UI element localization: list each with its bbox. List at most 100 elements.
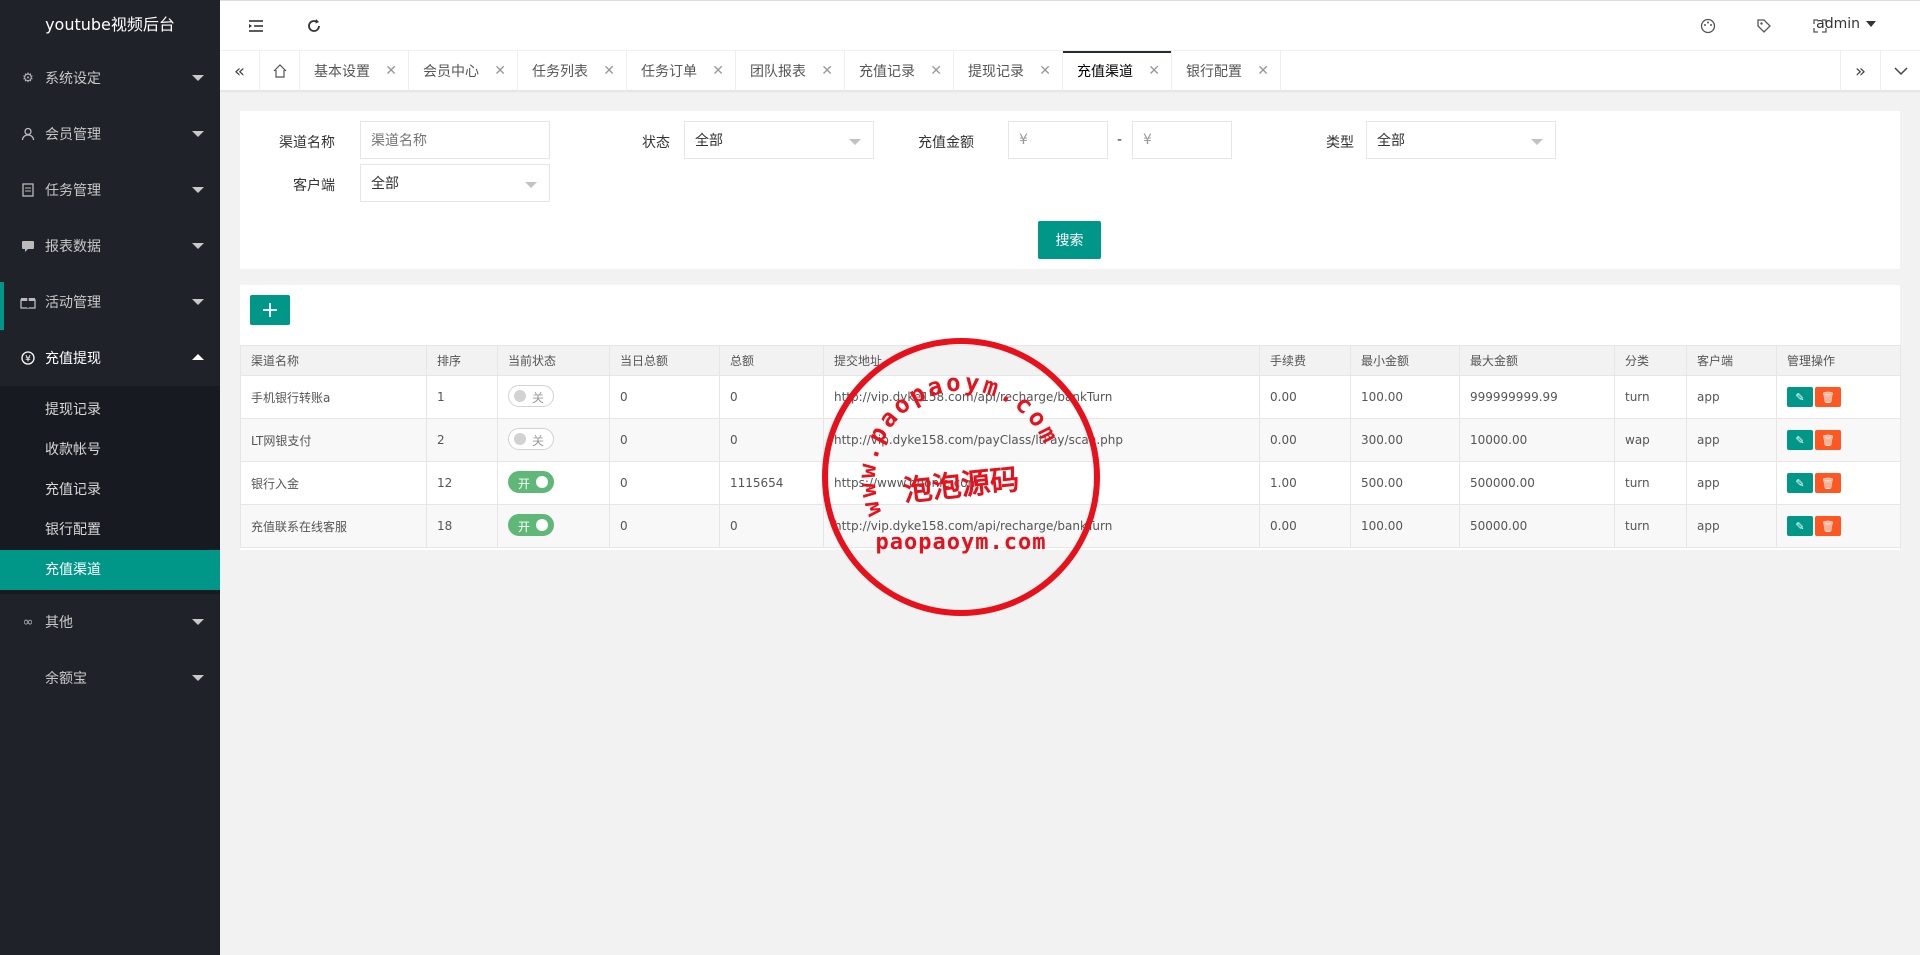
status-toggle[interactable]: 开	[508, 470, 554, 493]
sidebar-item-system-settings[interactable]: ⚙ 系统设定	[0, 50, 220, 106]
tab-team-report[interactable]: 团队报表 ✕	[736, 51, 845, 91]
tabs-scroll-right-icon[interactable]: »	[1840, 51, 1880, 91]
delete-icon[interactable]: 🗑	[1815, 516, 1841, 536]
chevron-down-icon	[1531, 139, 1543, 145]
close-icon[interactable]: ✕	[1257, 63, 1269, 79]
search-button[interactable]: 搜索	[1038, 221, 1101, 259]
type-select[interactable]: 全部	[1366, 121, 1556, 159]
col-header-url[interactable]: 提交地址	[823, 345, 1260, 376]
sidebar-subitem-receiving-accounts[interactable]: 收款帐号	[0, 430, 220, 470]
add-channel-button[interactable]: +	[250, 295, 290, 325]
close-icon[interactable]: ✕	[1148, 63, 1160, 79]
chevron-down-icon	[1866, 21, 1876, 27]
col-header-today-total[interactable]: 当日总额	[609, 345, 720, 376]
col-header-fee[interactable]: 手续费	[1259, 345, 1351, 376]
sidebar-item-report-data[interactable]: 报表数据	[0, 218, 220, 274]
tab-bank-config[interactable]: 银行配置 ✕	[1172, 51, 1281, 91]
sidebar-item-other[interactable]: ∞ 其他	[0, 594, 220, 650]
cell-total: 1115654	[719, 461, 824, 505]
col-header-name[interactable]: 渠道名称	[240, 345, 427, 376]
channel-name-input[interactable]	[360, 121, 550, 159]
close-icon[interactable]: ✕	[603, 63, 615, 79]
tab-task-orders[interactable]: 任务订单 ✕	[627, 51, 736, 91]
cell-today: 0	[609, 375, 720, 419]
status-toggle[interactable]: 关	[508, 427, 554, 450]
sidebar-subitem-bank-config[interactable]: 银行配置	[0, 510, 220, 550]
cell-today: 0	[609, 461, 720, 505]
tab-label: 银行配置	[1186, 64, 1242, 80]
sidebar-item-label: 活动管理	[45, 295, 101, 311]
sidebar-submenu: 提现记录 收款帐号 充值记录 银行配置 充值渠道	[0, 386, 220, 594]
sidebar-subitem-recharge-channels[interactable]: 充值渠道	[0, 550, 220, 590]
chat-icon	[20, 238, 36, 254]
close-icon[interactable]: ✕	[712, 63, 724, 79]
menu-collapse-icon[interactable]	[244, 14, 268, 38]
delete-icon[interactable]: 🗑	[1815, 387, 1841, 407]
sidebar-item-recharge-withdraw[interactable]: ¥ 充值提现	[0, 330, 220, 386]
amount-min-input[interactable]: ¥	[1008, 121, 1108, 159]
tab-label: 会员中心	[423, 64, 479, 80]
tabs-scroll-left-icon[interactable]: «	[220, 51, 260, 91]
tab-recharge-channels[interactable]: 充值渠道 ✕	[1063, 51, 1172, 91]
col-header-client[interactable]: 客户端	[1686, 345, 1777, 376]
tag-icon[interactable]	[1752, 14, 1776, 38]
col-header-actions[interactable]: 管理操作	[1776, 345, 1901, 376]
delete-icon[interactable]: 🗑	[1815, 430, 1841, 450]
theme-palette-icon[interactable]	[1696, 14, 1720, 38]
cell-url: http://vip.dyke158.com/payClass/ltPay/sc…	[823, 418, 1260, 462]
sidebar-item-activity-management[interactable]: 活动管理	[0, 274, 220, 330]
edit-icon[interactable]: ✎	[1787, 473, 1813, 493]
cell-status: 关	[497, 418, 610, 462]
amount-max-placeholder: ¥	[1143, 132, 1152, 148]
sidebar-item-label: 余额宝	[45, 671, 87, 687]
status-select-value: 全部	[695, 133, 723, 149]
edit-icon[interactable]: ✎	[1787, 430, 1813, 450]
tab-task-list[interactable]: 任务列表 ✕	[518, 51, 627, 91]
close-icon[interactable]: ✕	[930, 63, 942, 79]
toggle-knob	[514, 389, 526, 402]
edit-icon[interactable]: ✎	[1787, 387, 1813, 407]
tab-member-center[interactable]: 会员中心 ✕	[409, 51, 518, 91]
document-icon	[20, 182, 36, 198]
page-tabs: « 基本设置 ✕ 会员中心 ✕ 任务列表 ✕ 任务订单 ✕ 团队报表 ✕ 充值记录 ✕ 提现…	[220, 51, 1920, 91]
cell-actions: ✎ 🗑	[1776, 461, 1901, 505]
close-icon[interactable]: ✕	[385, 63, 397, 79]
gear-icon: ⚙	[22, 70, 34, 86]
sidebar-item-yuebao[interactable]: 余额宝	[0, 650, 220, 706]
close-icon[interactable]: ✕	[1039, 63, 1051, 79]
col-header-sort[interactable]: 排序	[426, 345, 498, 376]
client-select[interactable]: 全部	[360, 164, 550, 202]
col-header-min[interactable]: 最小金额	[1350, 345, 1460, 376]
sidebar: youtube视频后台 ⚙ 系统设定 会员管理 任务管理 报表数据 活动管理 ¥…	[0, 0, 220, 955]
close-icon[interactable]: ✕	[494, 63, 506, 79]
cell-fee: 0.00	[1259, 504, 1351, 548]
cell-max: 10000.00	[1459, 418, 1615, 462]
delete-icon[interactable]: 🗑	[1815, 473, 1841, 493]
close-icon[interactable]: ✕	[821, 63, 833, 79]
col-header-total[interactable]: 总额	[719, 345, 824, 376]
edit-icon[interactable]: ✎	[1787, 516, 1813, 536]
tab-basic-settings[interactable]: 基本设置 ✕	[300, 51, 409, 91]
col-header-status[interactable]: 当前状态	[497, 345, 610, 376]
amount-min-placeholder: ¥	[1019, 132, 1028, 148]
user-menu[interactable]: admin	[1816, 16, 1876, 32]
status-toggle[interactable]: 开	[508, 513, 554, 536]
status-select[interactable]: 全部	[684, 121, 874, 159]
cell-fee: 0.00	[1259, 375, 1351, 419]
home-icon[interactable]	[260, 51, 300, 91]
tab-withdraw-records[interactable]: 提现记录 ✕	[954, 51, 1063, 91]
status-toggle[interactable]: 关	[508, 384, 554, 407]
tabs-menu-chevron-down-icon[interactable]	[1880, 51, 1920, 91]
amount-max-input[interactable]: ¥	[1132, 121, 1232, 159]
refresh-icon[interactable]	[302, 14, 326, 38]
type-select-value: 全部	[1377, 133, 1405, 149]
sidebar-subitem-recharge-records[interactable]: 充值记录	[0, 470, 220, 510]
sidebar-item-task-management[interactable]: 任务管理	[0, 162, 220, 218]
sidebar-item-label: 会员管理	[45, 127, 101, 143]
cell-client: app	[1686, 375, 1777, 419]
sidebar-item-member-management[interactable]: 会员管理	[0, 106, 220, 162]
tab-recharge-records[interactable]: 充值记录 ✕	[845, 51, 954, 91]
col-header-max[interactable]: 最大金额	[1459, 345, 1615, 376]
sidebar-subitem-withdraw-records[interactable]: 提现记录	[0, 390, 220, 430]
col-header-category[interactable]: 分类	[1614, 345, 1687, 376]
